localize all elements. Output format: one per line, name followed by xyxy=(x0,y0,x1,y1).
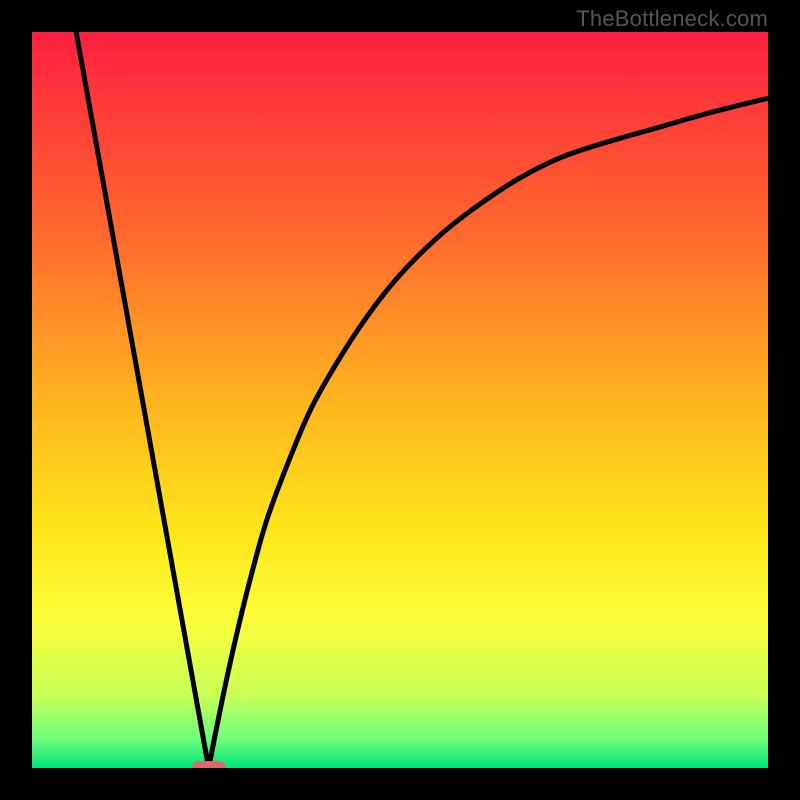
chart-frame: TheBottleneck.com xyxy=(0,0,800,800)
left-descent-line xyxy=(76,32,208,768)
right-curve-line xyxy=(209,98,768,768)
plot-area xyxy=(32,32,768,768)
curve-layer xyxy=(32,32,768,768)
watermark-text: TheBottleneck.com xyxy=(576,6,768,32)
bottleneck-marker xyxy=(192,761,226,768)
